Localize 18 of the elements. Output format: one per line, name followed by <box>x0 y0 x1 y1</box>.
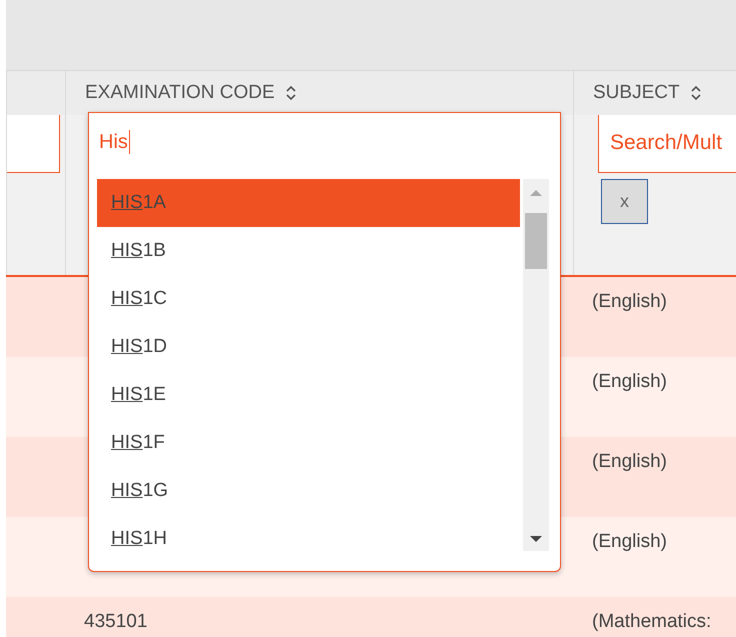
scroll-down-icon[interactable] <box>530 536 542 543</box>
scroll-thumb[interactable] <box>525 213 547 269</box>
table-cell: (Mathematics: <box>592 611 712 632</box>
filter-field[interactable] <box>7 115 60 173</box>
table-cell: (English) <box>592 291 667 312</box>
table-cell: (English) <box>592 371 667 392</box>
scrollbar[interactable] <box>523 179 549 551</box>
column-title: SUBJECT <box>593 82 680 104</box>
subject-filter-field[interactable]: Search/Mult <box>598 115 736 173</box>
table-cell: 435101 <box>84 611 148 632</box>
sort-icon[interactable] <box>284 84 297 102</box>
table-cell: (English) <box>592 451 667 472</box>
column-title: EXAMINATION CODE <box>85 82 275 104</box>
search-field[interactable]: His <box>89 113 560 171</box>
scroll-up-icon[interactable] <box>530 189 542 196</box>
clear-button[interactable]: x <box>601 179 648 224</box>
table-cell: (English) <box>592 531 667 552</box>
sort-icon[interactable] <box>690 84 702 102</box>
